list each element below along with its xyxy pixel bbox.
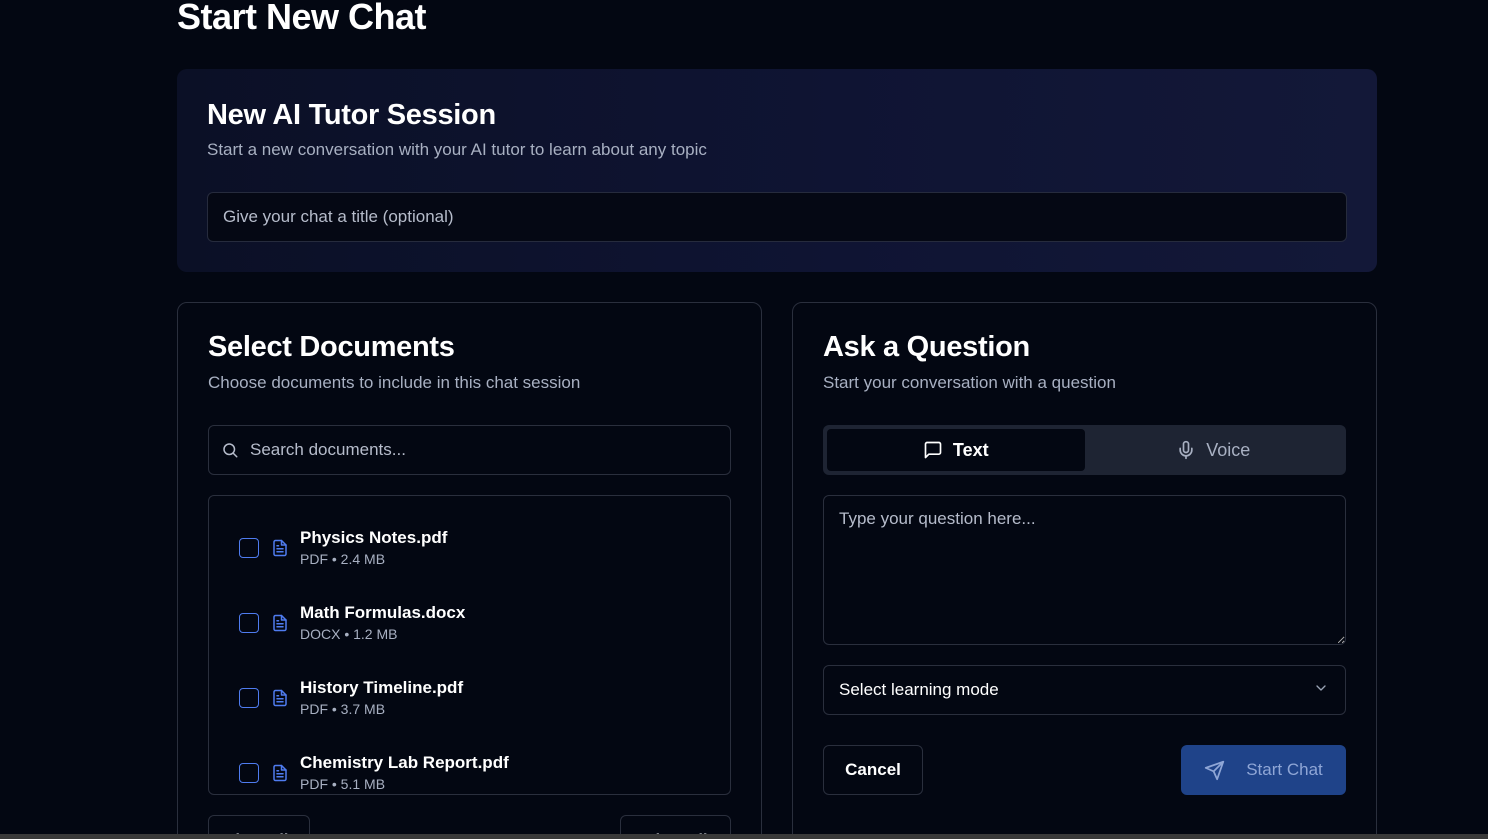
- page: Start New Chat New AI Tutor Session Star…: [0, 0, 1488, 839]
- select-documents-panel: Select Documents Choose documents to inc…: [177, 302, 762, 839]
- tab-text-label: Text: [952, 439, 989, 460]
- question-title: Ask a Question: [823, 331, 1030, 363]
- file-text-icon: [271, 688, 289, 708]
- document-name: History Timeline.pdf: [300, 678, 464, 697]
- tab-voice-label: Voice: [1206, 439, 1251, 460]
- ask-question-panel: Ask a Question Start your conversation w…: [792, 302, 1377, 839]
- search-icon: [220, 440, 240, 460]
- page-title: Start New Chat: [177, 0, 427, 37]
- session-title: New AI Tutor Session: [207, 99, 496, 131]
- list-item[interactable]: History Timeline.pdf PDF • 3.7 MB: [239, 677, 463, 719]
- document-search-input[interactable]: [240, 426, 730, 474]
- document-name: Chemistry Lab Report.pdf: [300, 753, 509, 772]
- tab-text[interactable]: Text: [827, 429, 1085, 471]
- cancel-button[interactable]: Cancel: [823, 745, 923, 795]
- chevron-down-icon: [1313, 680, 1329, 701]
- document-meta: PDF • 2.4 MB: [300, 551, 386, 567]
- learning-mode-label: Select learning mode: [839, 680, 999, 699]
- microphone-icon: [1176, 440, 1196, 460]
- document-checkbox[interactable]: [239, 688, 259, 708]
- file-text-icon: [271, 613, 289, 633]
- chat-title-input[interactable]: [207, 192, 1347, 242]
- input-mode-tabs: Text Voice: [823, 425, 1346, 475]
- list-item[interactable]: Math Formulas.docx DOCX • 1.2 MB: [239, 602, 465, 644]
- document-name: Physics Notes.pdf: [300, 528, 448, 547]
- document-meta: DOCX • 1.2 MB: [300, 626, 398, 642]
- documents-subtitle: Choose documents to include in this chat…: [208, 373, 581, 392]
- learning-mode-select[interactable]: Select learning mode: [823, 665, 1346, 715]
- file-text-icon: [271, 538, 289, 558]
- question-subtitle: Start your conversation with a question: [823, 373, 1116, 392]
- bottom-edge-bar: [0, 834, 1488, 839]
- question-textarea[interactable]: [823, 495, 1346, 645]
- session-subtitle: Start a new conversation with your AI tu…: [207, 140, 707, 159]
- send-icon: [1204, 759, 1226, 781]
- document-checkbox[interactable]: [239, 538, 259, 558]
- tab-voice[interactable]: Voice: [1085, 429, 1343, 471]
- document-meta: PDF • 3.7 MB: [300, 701, 386, 717]
- document-name: Math Formulas.docx: [300, 603, 466, 622]
- session-card: New AI Tutor Session Start a new convers…: [177, 69, 1377, 272]
- message-square-icon: [923, 440, 943, 460]
- document-checkbox[interactable]: [239, 763, 259, 783]
- document-checkbox[interactable]: [239, 613, 259, 633]
- documents-title: Select Documents: [208, 331, 455, 363]
- document-list[interactable]: Physics Notes.pdf PDF • 2.4 MB Math Form…: [208, 495, 731, 795]
- document-search-box[interactable]: [208, 425, 731, 475]
- list-item[interactable]: Chemistry Lab Report.pdf PDF • 5.1 MB: [239, 752, 509, 794]
- list-item[interactable]: Physics Notes.pdf PDF • 2.4 MB: [239, 527, 447, 569]
- start-chat-button[interactable]: Start Chat: [1181, 745, 1346, 795]
- file-text-icon: [271, 763, 289, 783]
- document-meta: PDF • 5.1 MB: [300, 776, 386, 792]
- start-chat-label: Start Chat: [1246, 760, 1323, 779]
